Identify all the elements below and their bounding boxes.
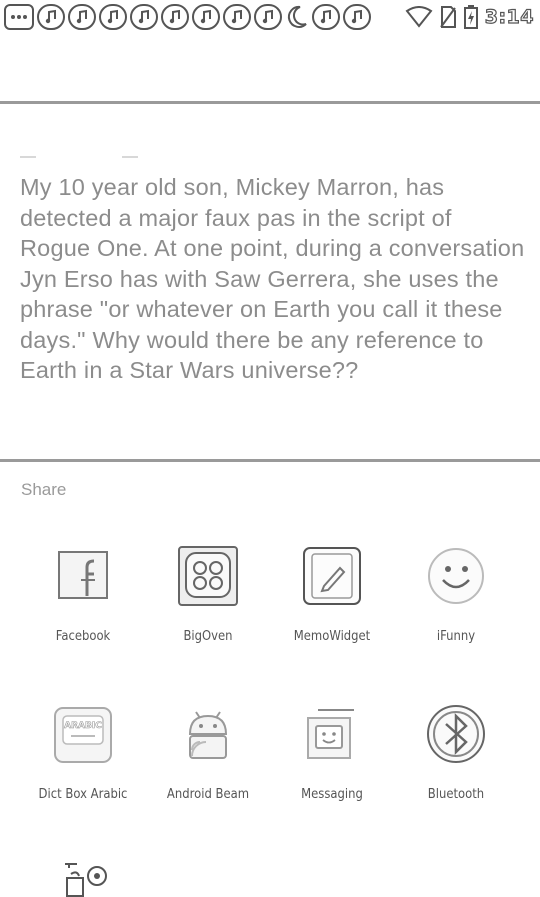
share-app-label: MemoWidget bbox=[293, 628, 371, 644]
share-app-label: Android Beam bbox=[166, 786, 250, 802]
ifunny-icon bbox=[420, 540, 492, 612]
share-app-bluetooth[interactable]: Bluetooth bbox=[389, 698, 523, 802]
wifi-icon bbox=[405, 6, 433, 28]
music-note-icon bbox=[343, 4, 371, 30]
shared-message-text: My 10 year old son, Mickey Marron, has d… bbox=[20, 174, 525, 383]
bluetooth-icon bbox=[420, 698, 492, 770]
dict-box-icon-text: ARABIC bbox=[64, 721, 102, 731]
music-note-icon bbox=[312, 4, 340, 30]
share-app-dict-box-arabic[interactable]: ARABIC Dict Box Arabic bbox=[16, 698, 150, 802]
share-app-ifunny[interactable]: iFunny bbox=[389, 540, 523, 644]
share-app-label: Bluetooth bbox=[427, 786, 485, 802]
music-note-icon bbox=[68, 4, 96, 30]
notification-icons bbox=[4, 4, 371, 30]
dict-box-arabic-icon: ARABIC bbox=[47, 698, 119, 770]
top-divider bbox=[0, 101, 540, 104]
share-app-memowidget[interactable]: MemoWidget bbox=[265, 540, 399, 644]
system-icons: 3:14 bbox=[405, 4, 534, 30]
music-note-icon bbox=[192, 4, 220, 30]
battery-icon bbox=[463, 5, 478, 29]
music-note-icon bbox=[161, 4, 189, 30]
music-note-icon bbox=[130, 4, 158, 30]
status-bar: 3:14 bbox=[0, 0, 540, 34]
bigoven-icon bbox=[172, 540, 244, 612]
share-app-bigoven[interactable]: BigOven bbox=[141, 540, 275, 644]
music-note-icon bbox=[254, 4, 282, 30]
share-app-unknown[interactable] bbox=[16, 850, 150, 897]
moon-icon bbox=[285, 4, 309, 30]
share-app-label: Facebook bbox=[55, 628, 111, 644]
messaging-icon bbox=[296, 698, 368, 770]
music-note-icon bbox=[37, 4, 65, 30]
music-note-icon bbox=[223, 4, 251, 30]
share-app-label: Messaging bbox=[301, 786, 363, 802]
unknown-app-icon bbox=[47, 850, 119, 897]
facebook-icon bbox=[47, 540, 119, 612]
memo-widget-icon bbox=[296, 540, 368, 612]
share-divider bbox=[0, 459, 540, 462]
share-app-facebook[interactable]: Facebook bbox=[16, 540, 150, 644]
share-app-android-beam[interactable]: Android Beam bbox=[141, 698, 275, 802]
android-beam-icon bbox=[172, 698, 244, 770]
share-app-label: iFunny bbox=[436, 628, 476, 644]
text-top-decoration bbox=[20, 156, 138, 158]
status-time: 3:14 bbox=[484, 5, 534, 28]
share-title: Share bbox=[21, 480, 67, 499]
music-note-icon bbox=[99, 4, 127, 30]
no-sim-icon bbox=[439, 6, 456, 28]
share-app-label: BigOven bbox=[183, 628, 233, 644]
share-app-messaging[interactable]: Messaging bbox=[265, 698, 399, 802]
more-icon bbox=[4, 4, 34, 30]
share-app-label: Dict Box Arabic bbox=[38, 786, 128, 802]
